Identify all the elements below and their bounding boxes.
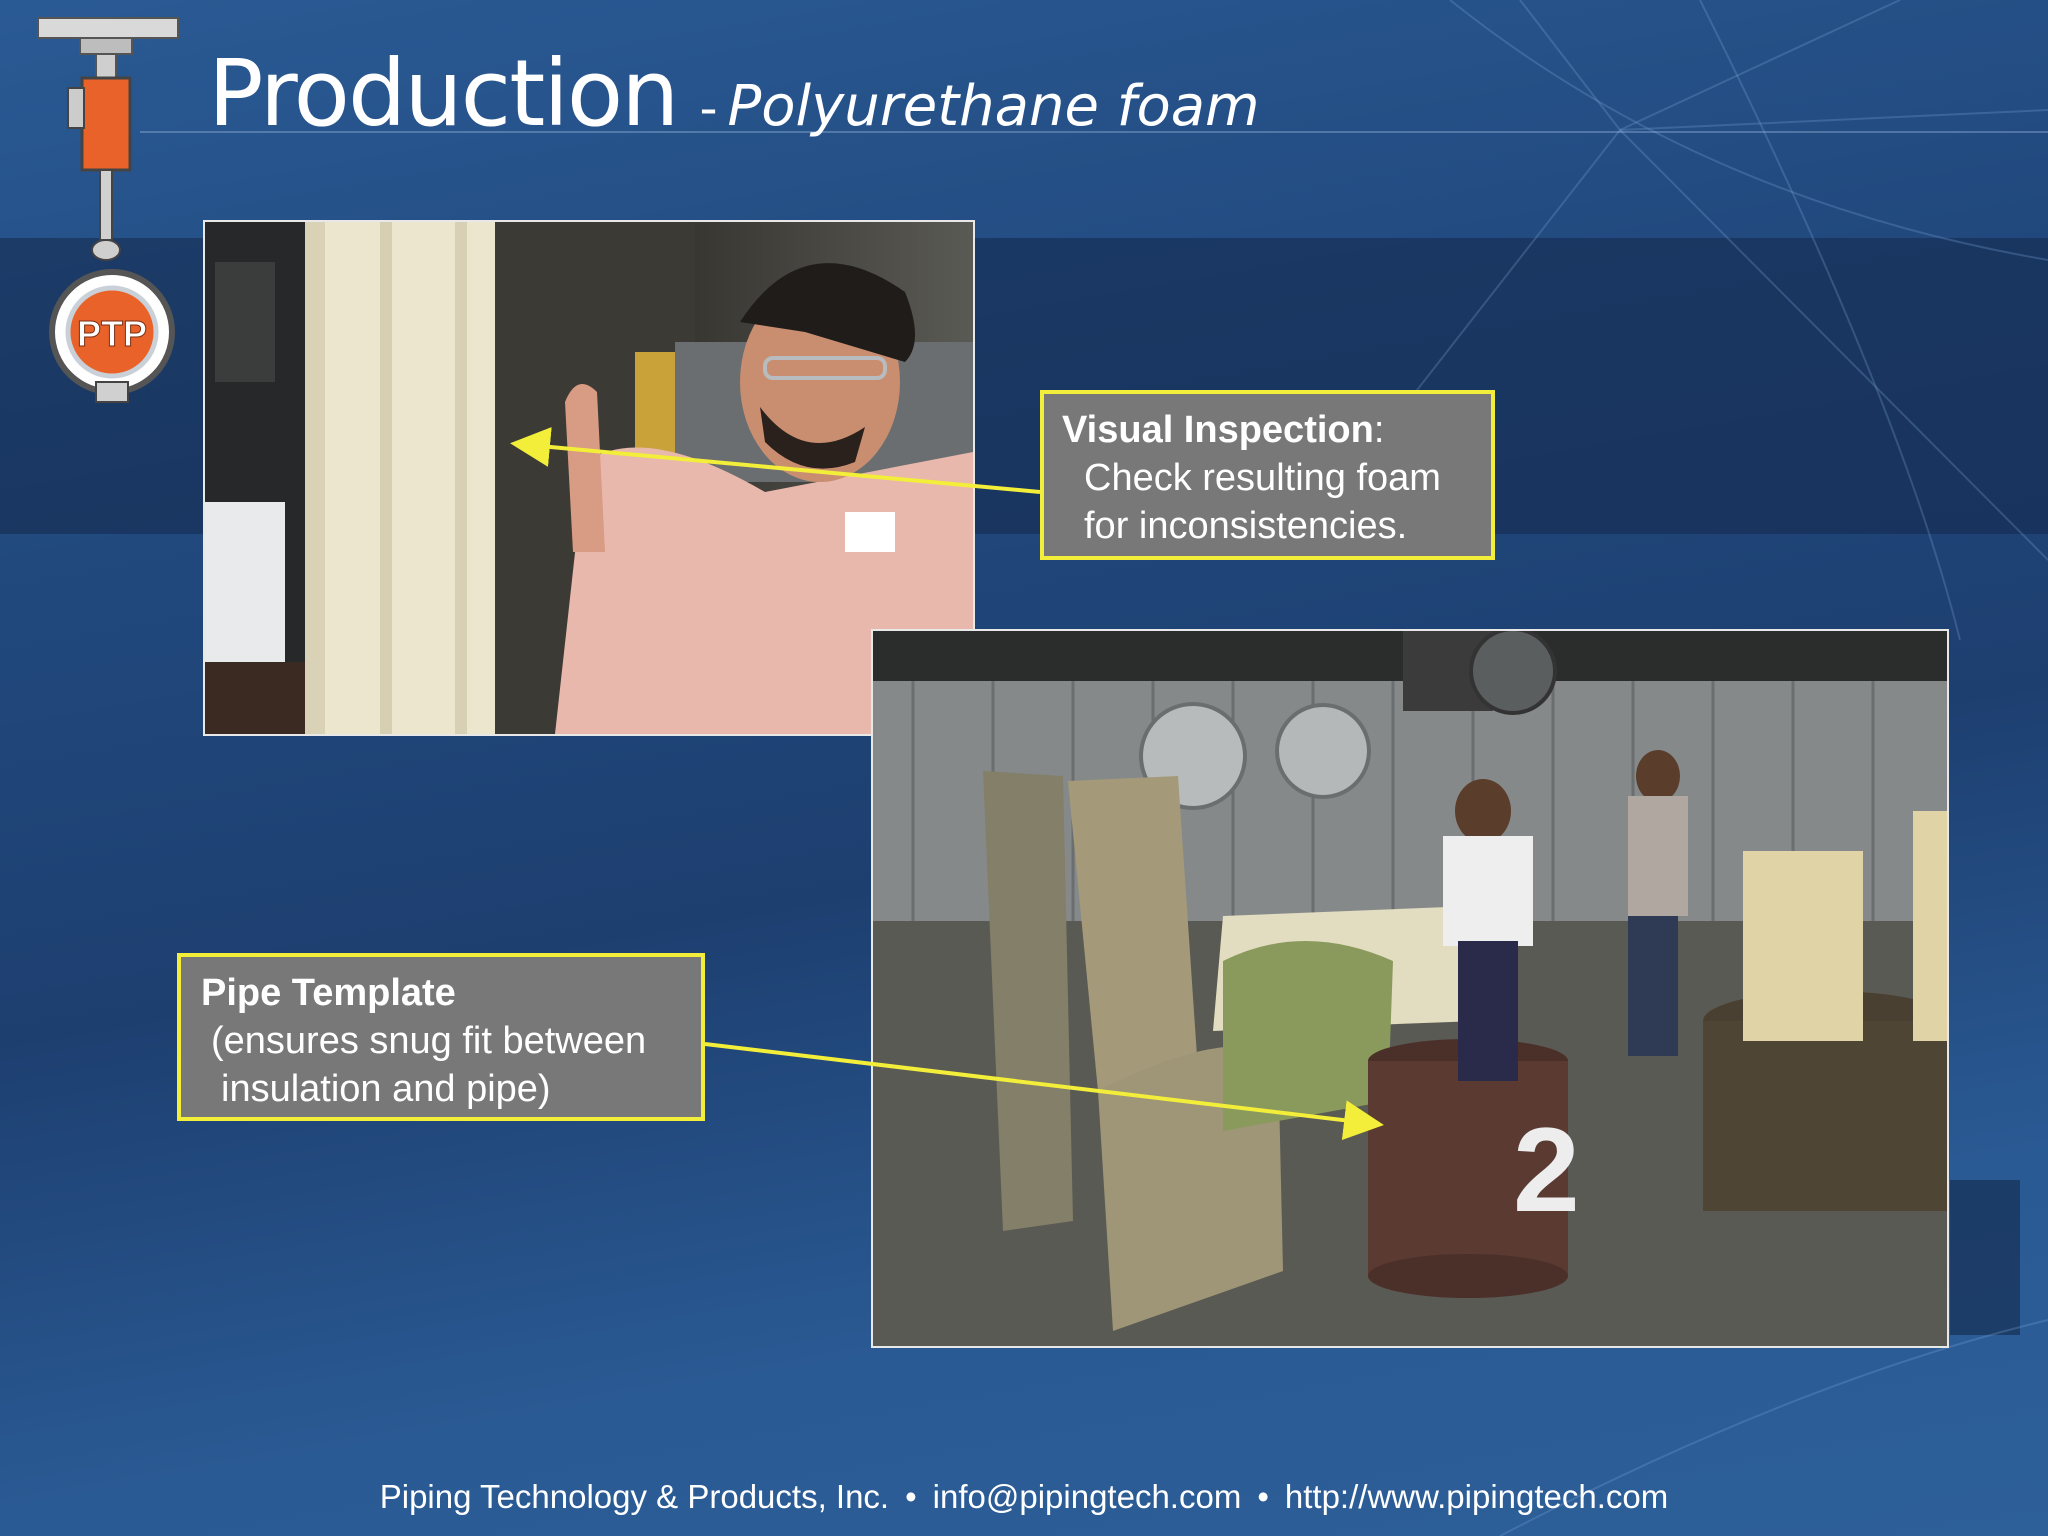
visual-inspection-heading: Visual Inspection: [1062,409,1385,451]
callout-arrows [510,427,1384,1141]
template-arrow [704,1042,1384,1141]
footer-website[interactable]: http://www.pipingtech.com [1285,1478,1668,1515]
visual-inspection-callout: Visual Inspection: Check resulting foam … [1040,390,1495,560]
footer-company: Piping Technology & Products, Inc. [379,1478,890,1515]
footer-email[interactable]: info@pipingtech.com [933,1478,1242,1515]
footer-bullet: • [1257,1478,1269,1515]
visual-inspection-line3: for inconsistencies. [1084,505,1408,547]
pipe-template-heading: Pipe Template [201,972,456,1014]
footer-bullet: • [905,1478,917,1515]
pipe-template-line2: (ensures snug fit between [211,1020,647,1062]
inspection-arrow [510,427,1041,494]
pipe-template-line3: insulation and pipe) [221,1068,551,1110]
visual-inspection-line2: Check resulting foam [1084,457,1441,499]
pipe-template-callout: Pipe Template (ensures snug fit between … [177,953,705,1121]
footer: Piping Technology & Products, Inc. • info@… [0,1478,2048,1516]
